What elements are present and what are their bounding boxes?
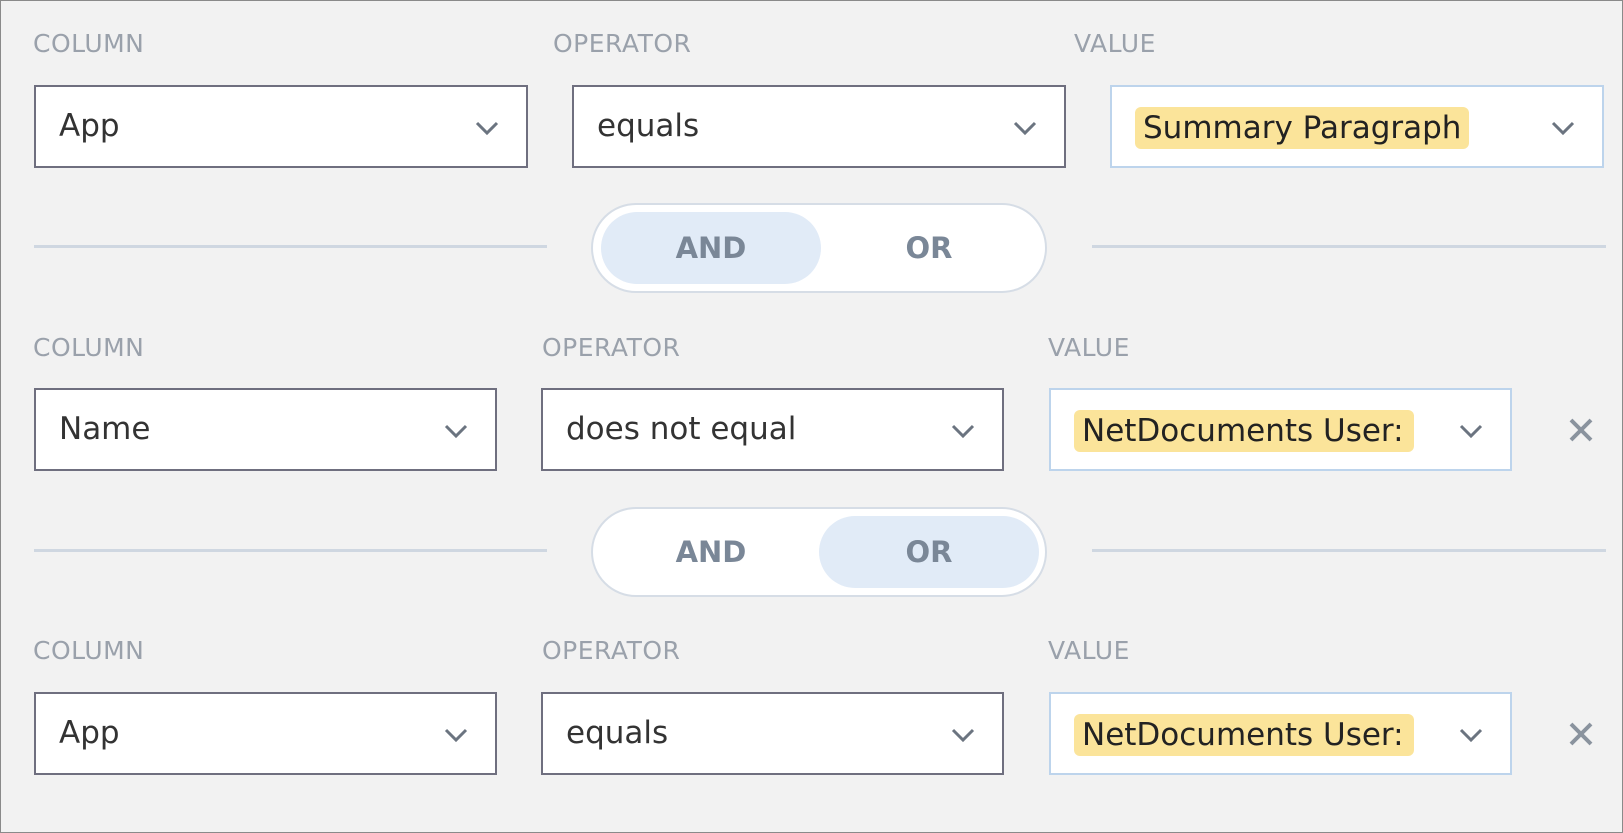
operator-label: OPERATOR xyxy=(553,29,692,58)
column-select[interactable]: Name xyxy=(34,388,497,471)
operator-select-value: equals xyxy=(597,108,700,144)
chevron-down-icon xyxy=(1458,418,1484,444)
divider-line xyxy=(34,549,547,552)
divider-line xyxy=(34,245,547,248)
value-select[interactable]: NetDocuments User: ID xyxy=(1049,388,1512,471)
column-select[interactable]: App xyxy=(34,85,528,168)
chevron-down-icon xyxy=(950,418,976,444)
column-label: COLUMN xyxy=(33,333,145,362)
value-chip[interactable]: Summary Paragraph xyxy=(1135,107,1470,149)
operator-label: OPERATOR xyxy=(542,636,681,665)
chevron-down-icon xyxy=(474,115,500,141)
chevron-down-icon xyxy=(1458,722,1484,748)
column-select-value: Name xyxy=(59,411,151,447)
column-label: COLUMN xyxy=(33,636,145,665)
chevron-down-icon xyxy=(443,418,469,444)
operator-select-value: equals xyxy=(566,715,669,751)
operator-select[interactable]: equals xyxy=(541,692,1004,775)
value-select[interactable]: NetDocuments User: N xyxy=(1049,692,1512,775)
chevron-down-icon xyxy=(1012,115,1038,141)
value-label: VALUE xyxy=(1048,636,1130,665)
value-label: VALUE xyxy=(1074,29,1156,58)
operator-label: OPERATOR xyxy=(542,333,681,362)
filter-builder-panel: COLUMN OPERATOR VALUE App equals Summary… xyxy=(0,0,1623,833)
divider-line xyxy=(1092,549,1606,552)
column-label: COLUMN xyxy=(33,29,145,58)
column-select-value: App xyxy=(59,108,120,144)
divider-line xyxy=(1092,245,1606,248)
logic-toggle: AND OR xyxy=(591,203,1047,293)
column-select[interactable]: App xyxy=(34,692,497,775)
and-toggle-option[interactable]: AND xyxy=(601,212,821,284)
or-toggle-option[interactable]: OR xyxy=(819,516,1039,588)
chevron-down-icon xyxy=(950,722,976,748)
operator-select[interactable]: does not equal xyxy=(541,388,1004,471)
value-chip[interactable]: NetDocuments User: N xyxy=(1074,714,1414,756)
remove-filter-close-icon[interactable] xyxy=(1567,416,1595,444)
and-toggle-option[interactable]: AND xyxy=(601,516,821,588)
chevron-down-icon xyxy=(443,722,469,748)
remove-filter-close-icon[interactable] xyxy=(1567,720,1595,748)
operator-select[interactable]: equals xyxy=(572,85,1066,168)
value-label: VALUE xyxy=(1048,333,1130,362)
value-select[interactable]: Summary Paragraph xyxy=(1110,85,1604,168)
or-toggle-option[interactable]: OR xyxy=(819,212,1039,284)
operator-select-value: does not equal xyxy=(566,411,797,447)
logic-toggle: AND OR xyxy=(591,507,1047,597)
value-chip[interactable]: NetDocuments User: ID xyxy=(1074,410,1414,452)
chevron-down-icon xyxy=(1550,115,1576,141)
column-select-value: App xyxy=(59,715,120,751)
